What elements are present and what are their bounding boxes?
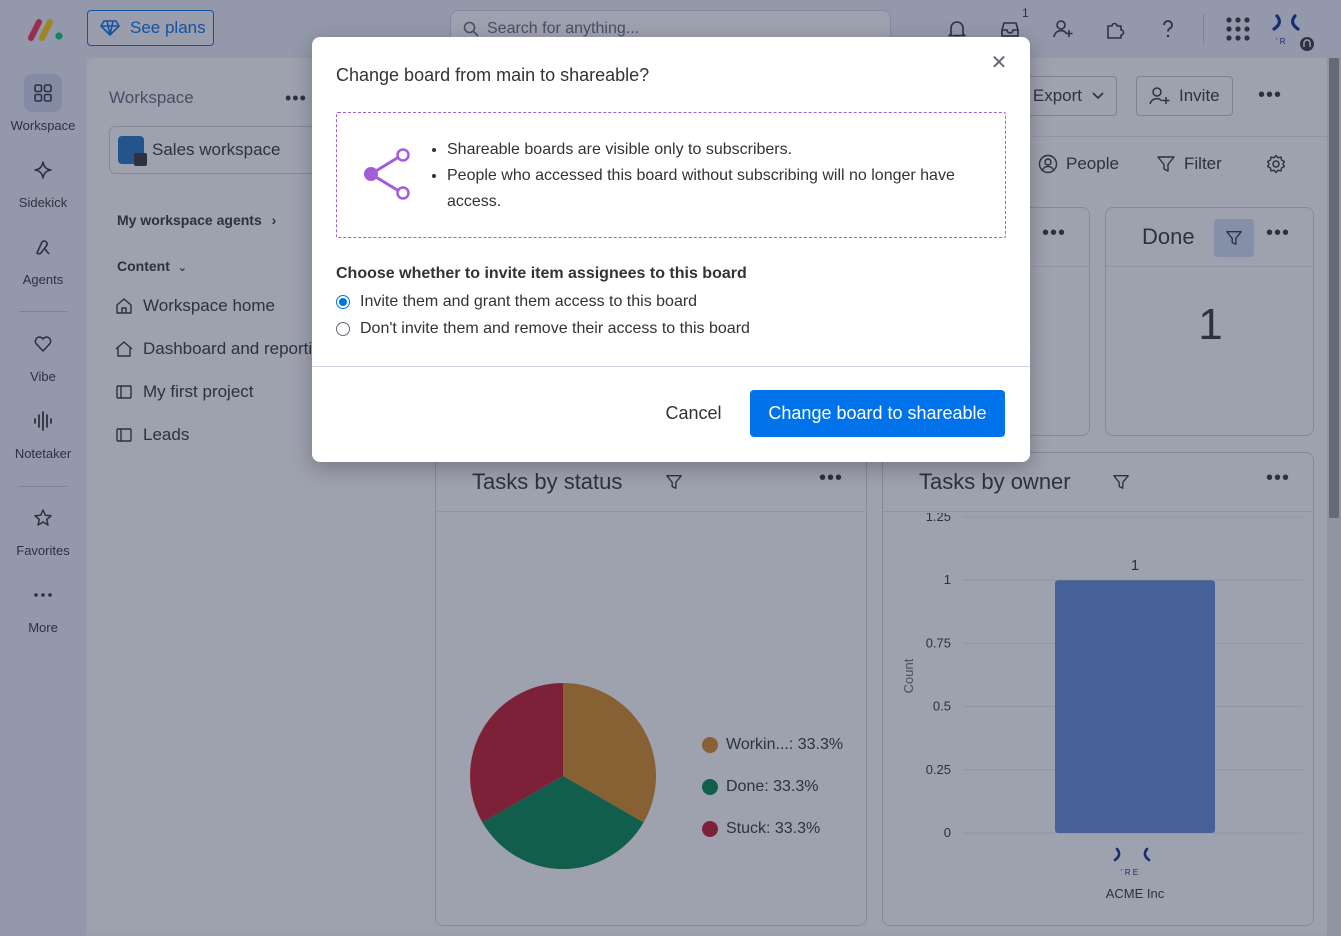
cancel-button[interactable]: Cancel — [651, 390, 736, 437]
info-bullet: Shareable boards are visible only to sub… — [447, 137, 997, 163]
radio-option-invite[interactable]: Invite them and grant them access to thi… — [336, 293, 697, 311]
modal-title: Change board from main to shareable? — [336, 65, 650, 85]
share-icon — [364, 148, 410, 200]
radio-button[interactable] — [336, 322, 350, 336]
info-bullet: People who accessed this board without s… — [447, 163, 997, 215]
info-box: Shareable boards are visible only to sub… — [336, 112, 1006, 238]
radio-button-checked[interactable] — [336, 295, 350, 309]
info-bullet-list: Shareable boards are visible only to sub… — [447, 137, 997, 215]
choose-label: Choose whether to invite item assignees … — [336, 265, 747, 282]
radio-label: Invite them and grant them access to thi… — [360, 293, 698, 310]
close-icon[interactable]: ✕ — [988, 51, 1010, 74]
modal-footer-divider — [312, 366, 1030, 367]
change-board-to-shareable-button[interactable]: Change board to shareable — [750, 390, 1005, 437]
radio-option-remove[interactable]: Don't invite them and remove their acces… — [336, 320, 750, 338]
change-board-modal: Change board from main to shareable? ✕ S… — [312, 37, 1030, 462]
radio-label: Don't invite them and remove their acces… — [360, 320, 750, 337]
